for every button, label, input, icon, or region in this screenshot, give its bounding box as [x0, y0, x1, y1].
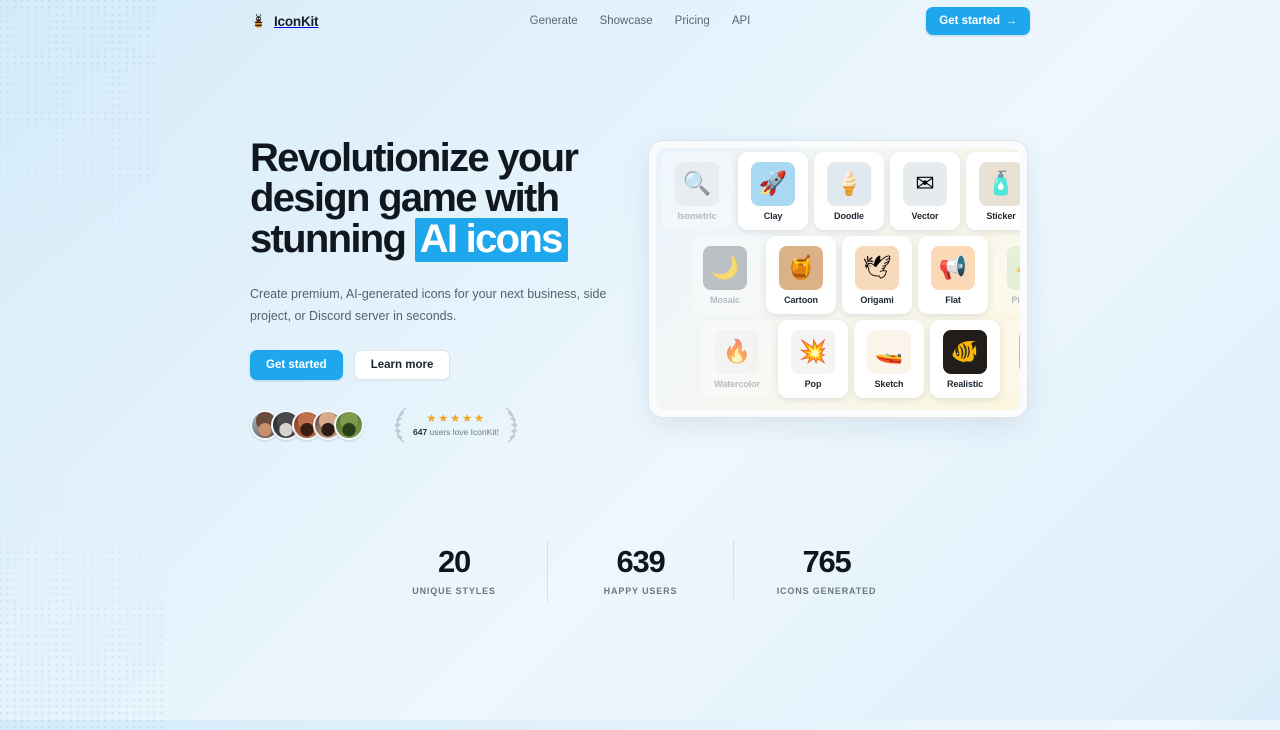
hero-get-started-button[interactable]: Get started	[250, 350, 343, 381]
nav-links: Generate Showcase Pricing API	[530, 15, 751, 27]
stat-value: 765	[802, 544, 851, 579]
stats-section: 20 UNIQUE STYLES 639 HAPPY USERS 765 ICO…	[0, 540, 1280, 602]
avatar	[334, 410, 364, 441]
rating-caption: 647 users love IconKit!	[413, 427, 499, 437]
nav-get-started-button[interactable]: Get started →	[926, 7, 1030, 35]
stat-happy-users: 639 HAPPY USERS	[547, 540, 733, 602]
brand-logo-link[interactable]: IconKit	[250, 13, 319, 30]
hero-button-row: Get started Learn more	[250, 350, 640, 381]
headline-line-1: Revolutionize your	[250, 136, 579, 180]
nav-get-started-label: Get started	[939, 15, 1000, 27]
laurel-left-icon	[394, 407, 407, 443]
nav-link-generate[interactable]: Generate	[530, 15, 578, 27]
stat-label: ICONS GENERATED	[776, 585, 877, 596]
headline-highlight: AI icons	[414, 218, 568, 263]
brand-name: IconKit	[274, 13, 319, 29]
stat-value: 20	[437, 544, 471, 579]
page-title: Revolutionize your design game with stun…	[250, 136, 640, 263]
nav-link-showcase[interactable]: Showcase	[600, 15, 653, 27]
rating-content: ★★★★★ 647 users love IconKit!	[413, 413, 499, 438]
bee-logo-icon	[251, 13, 266, 28]
headline-line-3: stunning AI icons	[250, 217, 640, 263]
stat-value: 639	[616, 544, 665, 579]
hero-subheadline: Create premium, AI-generated icons for y…	[250, 287, 607, 324]
nav-link-pricing[interactable]: Pricing	[675, 15, 710, 27]
top-navigation: IconKit Generate Showcase Pricing API Ge…	[0, 0, 1280, 42]
headline-line-2: design game with	[250, 176, 560, 220]
hero-learn-more-button[interactable]: Learn more	[353, 350, 451, 381]
rating-user-count: 647	[413, 427, 428, 438]
rating-caption-rest: users love IconKit!	[427, 427, 499, 438]
laurel-right-icon	[505, 407, 518, 443]
social-proof: ★★★★★ 647 users love IconKit!	[250, 406, 640, 444]
headline-line-3-prefix: stunning	[250, 217, 415, 261]
stat-unique-styles: 20 UNIQUE STYLES	[361, 540, 547, 602]
avatar-group	[250, 410, 364, 441]
stat-icons-generated: 765 ICONS GENERATED	[733, 540, 919, 602]
stat-label: HAPPY USERS	[603, 585, 678, 596]
star-rating-icons: ★★★★★	[426, 412, 486, 425]
rating-badge: ★★★★★ 647 users love IconKit!	[392, 406, 520, 444]
stat-label: UNIQUE STYLES	[412, 585, 496, 596]
hero-text-column: Revolutionize your design game with stun…	[250, 138, 640, 444]
nav-link-api[interactable]: API	[732, 15, 751, 27]
arrow-right-icon: →	[1006, 14, 1017, 27]
hero-section: Revolutionize your design game with stun…	[0, 42, 1280, 444]
